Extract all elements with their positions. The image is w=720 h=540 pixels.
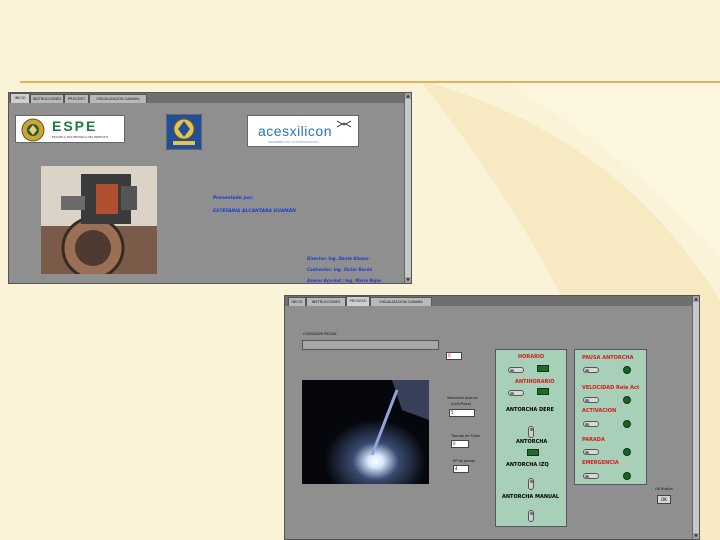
author-name: ESTÉFANIA ALCÁNTARA GUAMÁN bbox=[213, 209, 296, 214]
scroll-down-icon[interactable]: ▼ bbox=[693, 533, 699, 539]
pausa-antorcha-led bbox=[623, 366, 631, 374]
pieces-label: Nº de piezas bbox=[453, 459, 476, 463]
welding-camera-feed bbox=[302, 380, 429, 484]
antihorario-switch[interactable] bbox=[508, 390, 524, 396]
antorcha-dere-switch[interactable] bbox=[528, 426, 534, 438]
scissors-icon bbox=[336, 120, 352, 128]
speed-unit-label: (Unit/Pulse) bbox=[451, 402, 472, 406]
horario-led bbox=[537, 365, 549, 372]
scroll-up-icon[interactable]: ▲ bbox=[405, 93, 411, 99]
antihorario-led bbox=[537, 388, 549, 395]
velocidad-label: VELOCIDAD Rele Act bbox=[582, 385, 640, 391]
activacion-label: ACTIVACION bbox=[582, 408, 617, 414]
tab-visualizacion-camara[interactable]: VISUALIZACION CAMARA bbox=[89, 94, 147, 103]
labview-window-proceso: INICIO INSTRUCCIONES PROCESO VISUALIZACI… bbox=[284, 295, 700, 540]
acesxilicon-logo: acesxilicon INGENIERÍA EN AUTOMATIZACIÓN bbox=[247, 115, 359, 147]
antorcha-led bbox=[527, 449, 539, 456]
horario-switch[interactable] bbox=[508, 367, 524, 373]
scroll-up-icon[interactable]: ▲ bbox=[693, 296, 699, 302]
ok-button[interactable]: OK bbox=[657, 495, 671, 504]
antorcha-izq-label: ANTORCHA IZQ bbox=[506, 462, 549, 468]
espe-crest-icon bbox=[21, 118, 45, 142]
antorcha-label: ANTORCHA bbox=[516, 439, 548, 445]
parada-led bbox=[623, 448, 631, 456]
velocidad-switch[interactable] bbox=[583, 397, 599, 403]
status-control-panel: PAUSA ANTORCHA VELOCIDAD Rele Act ACTIVA… bbox=[574, 349, 647, 485]
antorcha-izq-switch[interactable] bbox=[528, 478, 534, 490]
slide-top-rule bbox=[20, 81, 720, 83]
antorcha-dere-label: ANTORCHA DERE bbox=[506, 407, 554, 413]
parada-label: PARADA bbox=[582, 437, 605, 443]
labview-window-inicio: INICIO INSTRUCCIONES PROCESO VISUALIZACI… bbox=[8, 92, 412, 284]
emergencia-led bbox=[623, 472, 631, 480]
tab-instrucciones[interactable]: INSTRUCCIONES bbox=[306, 297, 346, 306]
progress-label: CONTADOR PIEZAS bbox=[303, 332, 337, 336]
progress-bar bbox=[302, 340, 439, 350]
tab-proceso[interactable]: PROCESO bbox=[64, 94, 89, 103]
crest-icon bbox=[173, 118, 195, 145]
pausa-antorcha-switch[interactable] bbox=[583, 367, 599, 373]
activacion-led bbox=[623, 420, 631, 428]
vertical-scrollbar[interactable]: ▲ ▼ bbox=[404, 93, 411, 283]
torch-control-panel: HORARIO ANTIHORARIO ANTORCHA DERE ANTORC… bbox=[495, 349, 567, 527]
acesxilicon-subtitle: INGENIERÍA EN AUTOMATIZACIÓN bbox=[268, 140, 319, 144]
tab-bar: INICIO INSTRUCCIONES PROCESO VISUALIZACI… bbox=[9, 93, 405, 103]
tab-inicio[interactable]: INICIO bbox=[288, 297, 306, 306]
ok-button-label: OK Button bbox=[655, 487, 673, 491]
pulse-time-label: Tiempo de Pulse bbox=[451, 434, 480, 438]
tab-proceso[interactable]: PROCESO bbox=[346, 296, 370, 306]
tab-visualizacion-camara[interactable]: VISUALIZACION CAMARA bbox=[370, 297, 432, 306]
credit-codirector: Codirector: Ing. Víctor Bacón bbox=[307, 267, 373, 272]
credit-director: Director: Ing. Dante Alonso bbox=[307, 256, 369, 261]
acesxilicon-title: acesxilicon bbox=[258, 123, 332, 139]
department-crest-logo bbox=[166, 114, 202, 150]
activacion-switch[interactable] bbox=[583, 421, 599, 427]
espe-subtitle: ESCUELA POLITÉCNICA DEL EJÉRCITO bbox=[52, 135, 109, 139]
parada-switch[interactable] bbox=[583, 449, 599, 455]
espe-logo: ESPE ESCUELA POLITÉCNICA DEL EJÉRCITO bbox=[15, 115, 125, 143]
pieces-input[interactable]: 4 bbox=[453, 465, 469, 473]
progress-value-display: 0 bbox=[446, 352, 462, 360]
espe-title: ESPE bbox=[52, 118, 98, 134]
presented-by-label: Presentado por: bbox=[213, 196, 254, 201]
tab-bar: INICIO INSTRUCCIONES PROCESO VISUALIZACI… bbox=[285, 296, 693, 306]
emergencia-switch[interactable] bbox=[583, 473, 599, 479]
emergencia-label: EMERGENCIA bbox=[582, 460, 619, 466]
velocidad-led bbox=[623, 396, 631, 404]
pulse-time-input[interactable]: 0 bbox=[451, 440, 469, 448]
vertical-scrollbar[interactable]: ▲ ▼ bbox=[692, 296, 699, 539]
tab-instrucciones[interactable]: INSTRUCCIONES bbox=[30, 94, 64, 103]
speed-input[interactable]: 5 bbox=[449, 409, 475, 417]
antorcha-manual-label: ANTORCHA MANUAL bbox=[502, 494, 560, 500]
speed-label: Velocidad Avance bbox=[447, 396, 478, 400]
pausa-antorcha-label: PAUSA ANTORCHA bbox=[582, 355, 634, 361]
antihorario-label: ANTIHORARIO bbox=[515, 379, 555, 385]
tab-inicio[interactable]: INICIO bbox=[10, 93, 30, 103]
scroll-down-icon[interactable]: ▼ bbox=[405, 277, 411, 283]
horario-label: HORARIO bbox=[518, 354, 545, 360]
credit-asesor: Asesor Aca-Ind.: Ing. Mario Rojas bbox=[307, 278, 382, 283]
welding-machine-photo bbox=[41, 166, 157, 274]
antorcha-manual-switch[interactable] bbox=[528, 510, 534, 522]
